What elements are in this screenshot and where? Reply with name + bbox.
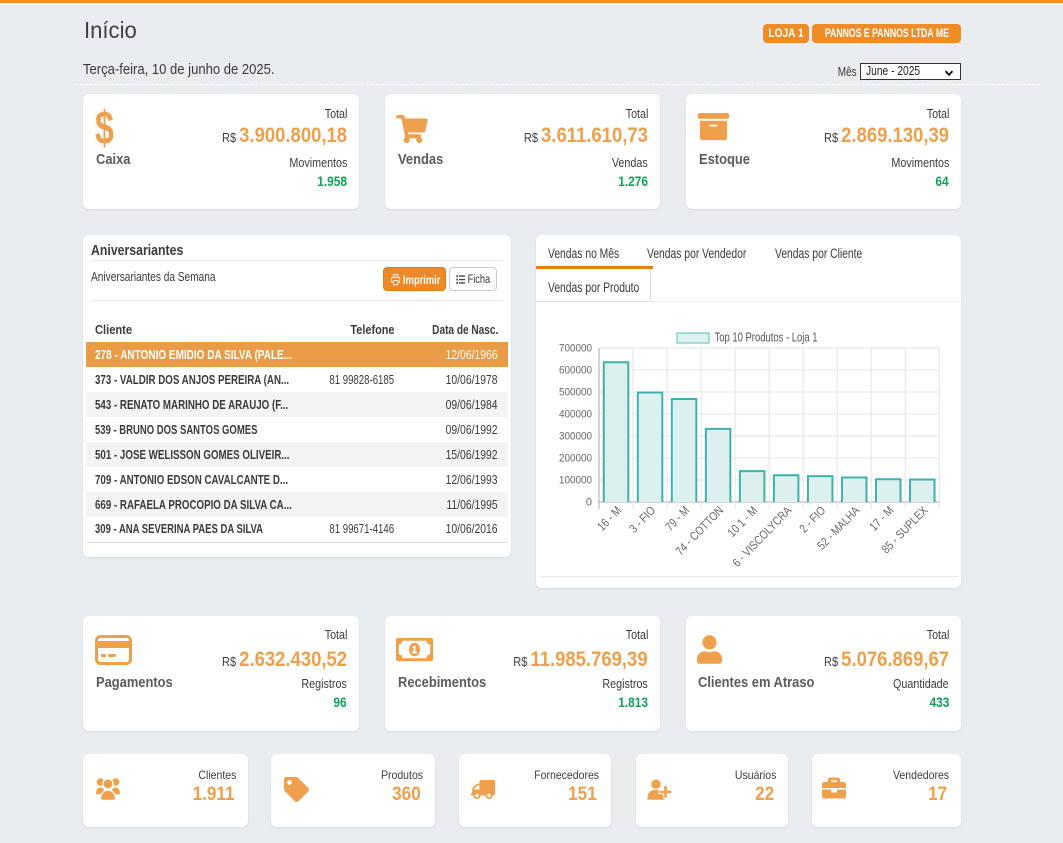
svg-text:600000: 600000	[559, 365, 592, 377]
svg-text:0: 0	[586, 497, 592, 509]
svg-text:300000: 300000	[559, 431, 592, 443]
svg-text:2 - FIO: 2 - FIO	[796, 503, 828, 535]
svg-text:500000: 500000	[559, 387, 592, 399]
svg-text:Top 10 Produtos - Loja 1: Top 10 Produtos - Loja 1	[715, 331, 818, 345]
svg-text:100000: 100000	[559, 475, 592, 487]
svg-text:700000: 700000	[559, 343, 592, 355]
svg-text:200000: 200000	[559, 453, 592, 465]
svg-text:3 - FIO: 3 - FIO	[626, 503, 658, 535]
svg-text:400000: 400000	[559, 409, 592, 421]
